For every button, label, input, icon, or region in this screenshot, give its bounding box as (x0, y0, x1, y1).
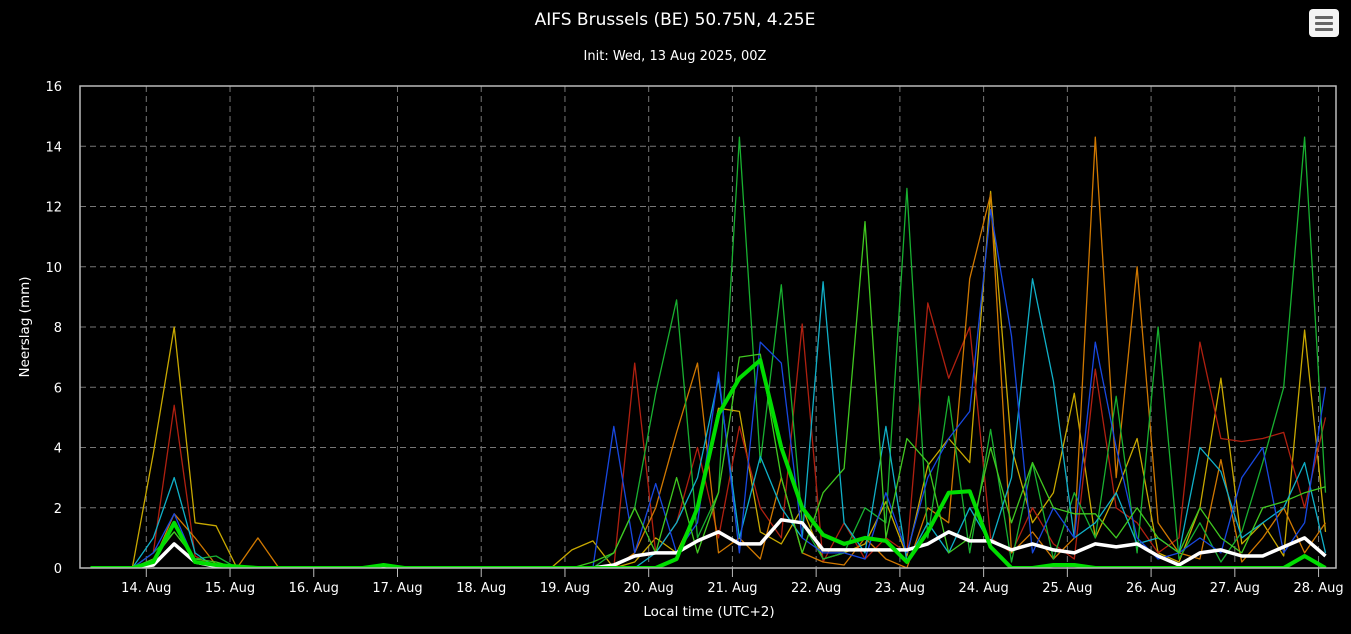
x-tick-label: 17. Aug (372, 581, 422, 596)
x-tick-label: 23. Aug (875, 581, 925, 596)
y-tick-label: 8 (54, 321, 62, 336)
x-tick-label: 19. Aug (540, 581, 590, 596)
chart-title: AIFS Brussels (BE) 50.75N, 4.25E (535, 10, 816, 30)
y-tick-label: 6 (54, 381, 62, 396)
y-tick-label: 4 (54, 442, 62, 457)
x-tick-label: 22. Aug (791, 581, 841, 596)
x-tick-label: 16. Aug (289, 581, 339, 596)
precipitation-chart: AIFS Brussels (BE) 50.75N, 4.25E Init: W… (17, 10, 1344, 620)
x-tick-label: 26. Aug (1126, 581, 1176, 596)
x-tick-label: 24. Aug (959, 581, 1009, 596)
y-tick-label: 0 (54, 562, 62, 577)
x-tick-label: 27. Aug (1210, 581, 1260, 596)
series-lines (90, 136, 1327, 568)
y-tick-label: 2 (54, 502, 62, 517)
series-line-member-green (90, 136, 1327, 568)
chart-menu-button[interactable] (1309, 9, 1339, 37)
x-axis-title: Local time (UTC+2) (643, 604, 774, 620)
x-axis-ticks: 14. Aug 15. Aug 16. Aug 17. Aug 18. Aug 19. A… (121, 568, 1344, 596)
y-axis-ticks: 0 2 4 6 8 10 12 14 16 (45, 80, 62, 577)
x-tick-label: 18. Aug (456, 581, 506, 596)
y-axis-title: Neerslag (mm) (17, 276, 33, 377)
y-tick-label: 10 (45, 261, 62, 276)
chart-subtitle: Init: Wed, 13 Aug 2025, 00Z (584, 49, 767, 64)
series-line-member-red (90, 302, 1327, 568)
x-tick-label: 15. Aug (205, 581, 255, 596)
series-line-member-orange (90, 136, 1327, 568)
x-tick-label: 21. Aug (707, 581, 757, 596)
y-tick-label: 16 (45, 80, 62, 95)
x-tick-label: 25. Aug (1042, 581, 1092, 596)
y-tick-label: 14 (45, 140, 62, 155)
x-tick-label: 14. Aug (121, 581, 171, 596)
x-tick-label: 28. Aug (1293, 581, 1343, 596)
x-tick-label: 20. Aug (624, 581, 674, 596)
y-tick-label: 12 (45, 201, 62, 216)
